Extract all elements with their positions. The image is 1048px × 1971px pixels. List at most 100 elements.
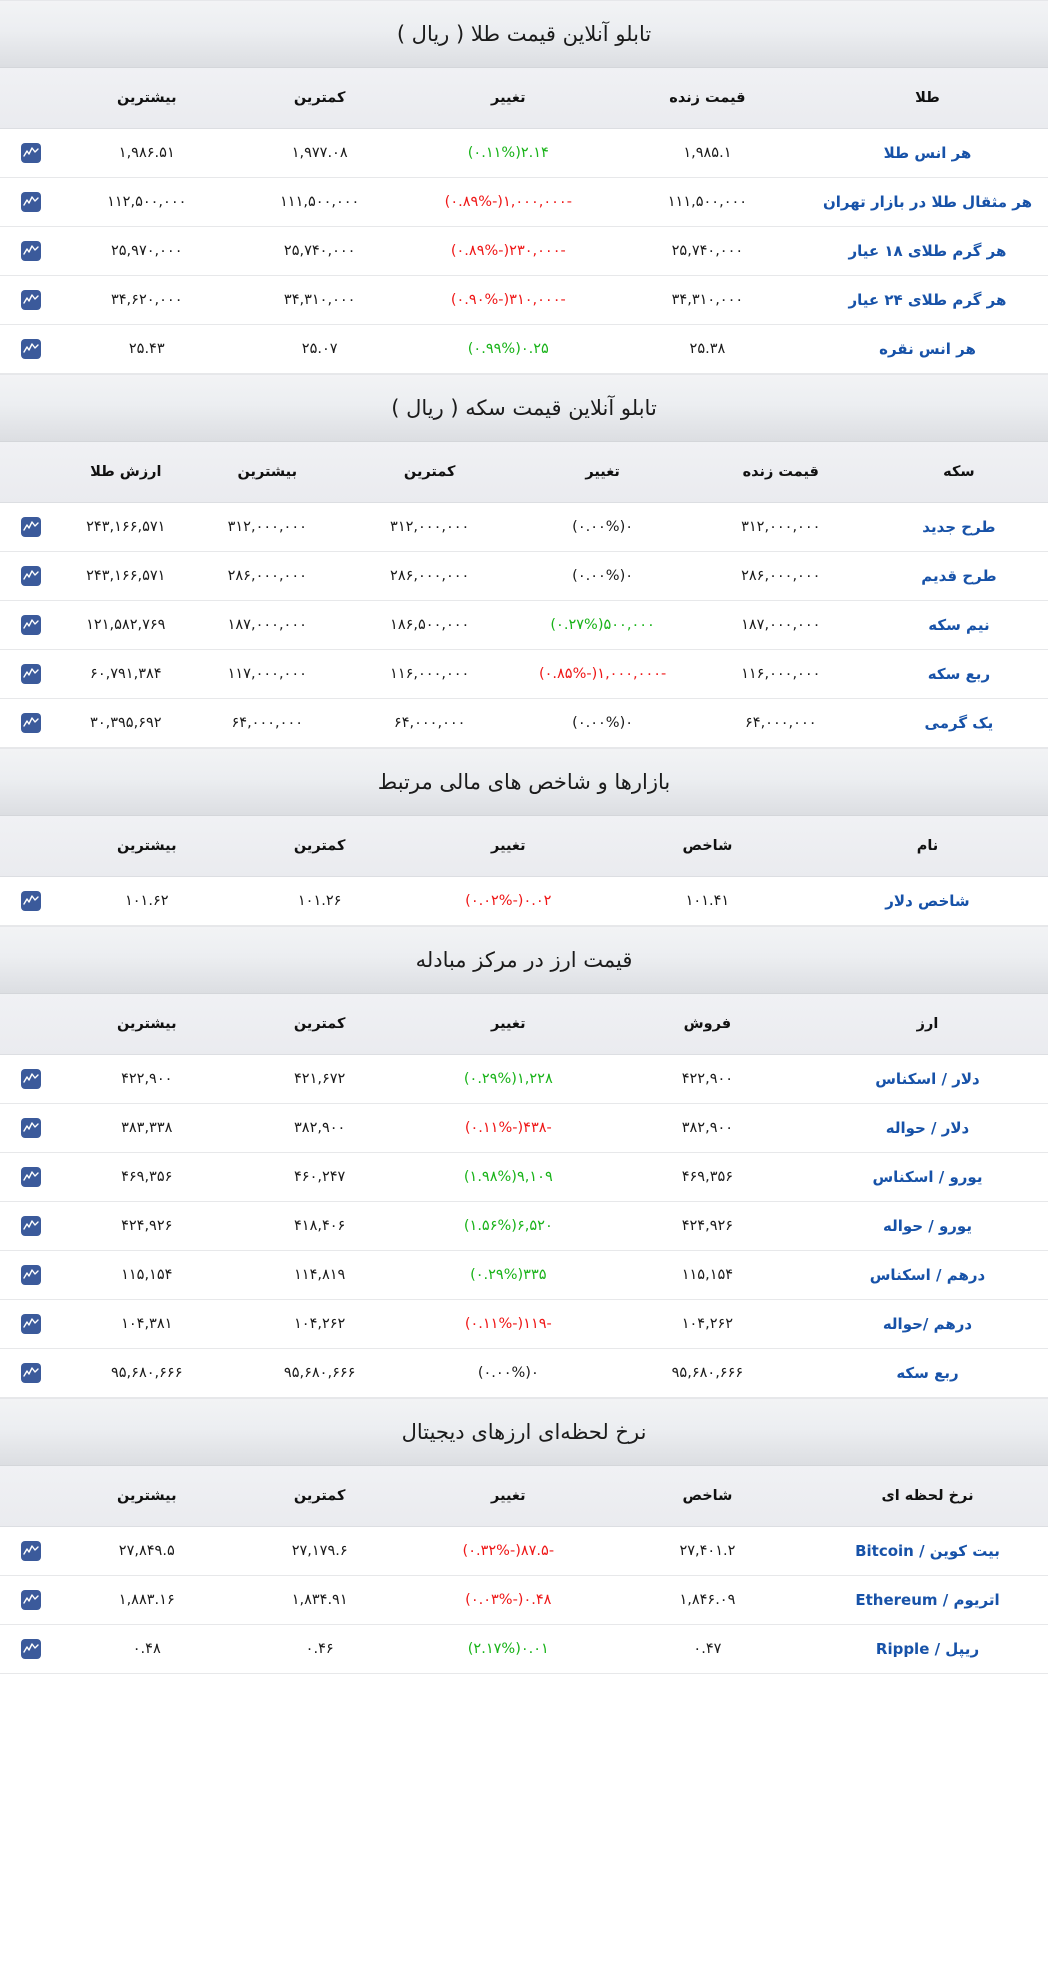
live-price-cell: ۴۶۹,۳۵۶ [607,1152,807,1202]
asset-name-link[interactable]: یورو / حواله [883,1217,972,1235]
asset-name-cell[interactable]: ریپل / Ripple [806,1624,1048,1674]
asset-name-cell[interactable]: هر گرم طلای ۱۸ عیار [806,226,1048,276]
chart-icon-cell[interactable] [0,600,63,650]
asset-name-link[interactable]: نیم سکه [928,616,989,634]
chart-line-icon[interactable] [21,1216,42,1236]
asset-name-link[interactable]: اتریوم / Ethereum [855,1591,999,1609]
asset-name-link[interactable]: طرح جدید [922,518,995,536]
chart-line-icon[interactable] [21,664,42,684]
chart-icon-cell[interactable] [0,128,63,178]
asset-name-cell[interactable]: دلار / حواله [806,1103,1048,1153]
asset-name-link[interactable]: هر گرم طلای ۲۴ عیار [849,291,1007,309]
chart-icon-cell[interactable] [0,1250,63,1300]
chart-icon-cell[interactable] [0,226,63,276]
chart-icon-cell[interactable] [0,551,63,601]
asset-name-cell[interactable]: شاخص دلار [806,876,1048,926]
chart-icon-cell[interactable] [0,1152,63,1202]
asset-name-link[interactable]: هر انس نقره [879,340,976,358]
asset-name-link[interactable]: شاخص دلار [885,892,969,910]
asset-name-link[interactable]: طرح قدیم [921,567,996,585]
chart-icon-cell[interactable] [0,1575,63,1625]
asset-name-link[interactable]: هر گرم طلای ۱۸ عیار [849,242,1007,260]
change-cell: -۸۷.۵(-۰.۳۲%) [408,1526,608,1576]
chart-line-icon[interactable] [21,1541,42,1561]
chart-icon-cell[interactable] [0,1299,63,1349]
high-price-cell: ۱۱۷,۰۰۰,۰۰۰ [188,649,346,699]
change-cell: ۰(۰.۰۰%) [408,1348,608,1398]
chart-line-icon[interactable] [21,1590,42,1610]
chart-line-icon[interactable] [21,1167,42,1187]
asset-name-cell[interactable]: بیت کوین / Bitcoin [806,1526,1048,1576]
table-row: هر مثقال طلا در بازار تهران ۱۱۱,۵۰۰,۰۰۰ -۱… [0,177,1048,227]
asset-name-link[interactable]: ریپل / Ripple [876,1640,979,1658]
asset-name-cell[interactable]: یورو / اسکناس [806,1152,1048,1202]
asset-name-link[interactable]: هر انس طلا [884,144,972,162]
chart-line-icon[interactable] [21,1314,42,1334]
chart-icon-cell[interactable] [0,1624,63,1674]
chart-icon-cell[interactable] [0,1103,63,1153]
chart-line-icon[interactable] [21,713,42,733]
asset-name-cell[interactable]: نیم سکه [869,600,1048,650]
chart-line-icon[interactable] [21,1069,42,1089]
chart-icon-cell[interactable] [0,275,63,325]
asset-name-cell[interactable]: یورو / حواله [806,1201,1048,1251]
asset-name-cell[interactable]: طرح جدید [869,502,1048,552]
chart-icon-cell[interactable] [0,1201,63,1251]
chart-line-icon[interactable] [21,566,42,586]
low-price-cell: ۲۵,۷۴۰,۰۰۰ [230,226,409,276]
asset-name-link[interactable]: دلار / اسکناس [875,1070,980,1088]
change-value: -۱,۰۰۰,۰۰۰(-۰.۸۵%) [538,666,667,682]
chart-icon-cell[interactable] [0,502,63,552]
asset-name-link[interactable]: ربع سکه [896,1364,958,1382]
asset-name-cell[interactable]: درهم / اسکناس [806,1250,1048,1300]
chart-line-icon[interactable] [21,290,42,310]
chart-line-icon[interactable] [21,241,42,261]
chart-line-icon[interactable] [21,192,42,212]
asset-name-link[interactable]: درهم / اسکناس [870,1266,986,1284]
asset-name-link[interactable]: یورو / اسکناس [872,1168,982,1186]
live-price-cell: ۲۵.۳۸ [607,324,807,374]
chart-line-icon[interactable] [21,1265,42,1285]
chart-line-icon[interactable] [21,339,42,359]
asset-name-cell[interactable]: ربع سکه [869,649,1048,699]
chart-line-icon[interactable] [21,1639,42,1659]
chart-line-icon[interactable] [21,615,42,635]
asset-name-link[interactable]: یک گرمی [925,714,994,732]
chart-line-icon[interactable] [21,891,42,911]
high-price-cell: ۴۲۲,۹۰۰ [62,1054,231,1104]
chart-icon-cell[interactable] [0,1348,63,1398]
high-price-cell: ۲۵,۹۷۰,۰۰۰ [62,226,231,276]
chart-icon-cell[interactable] [0,649,63,699]
asset-name-cell[interactable]: طرح قدیم [869,551,1048,601]
asset-name-cell[interactable]: هر مثقال طلا در بازار تهران [806,177,1048,227]
high-price-cell: ۲۸۶,۰۰۰,۰۰۰ [188,551,346,601]
asset-name-cell[interactable]: اتریوم / Ethereum [806,1575,1048,1625]
chart-icon-cell[interactable] [0,324,63,374]
asset-name-link[interactable]: ربع سکه [928,665,990,683]
asset-name-link[interactable]: بیت کوین / Bitcoin [855,1542,1000,1560]
table-row: یورو / حواله ۴۲۴,۹۲۶ ۶,۵۲۰(۱.۵۶%) ۴۱۸,۴۰۶ ۴۲… [0,1201,1048,1251]
asset-name-link[interactable]: دلار / حواله [886,1119,970,1137]
asset-name-cell[interactable]: یک گرمی [869,698,1048,748]
chart-line-icon[interactable] [21,143,42,163]
asset-name-cell[interactable]: ربع سکه [806,1348,1048,1398]
asset-name-cell[interactable]: هر انس طلا [806,128,1048,178]
asset-name-cell[interactable]: دلار / اسکناس [806,1054,1048,1104]
asset-name-link[interactable]: درهم /حواله [883,1315,972,1333]
chart-icon-cell[interactable] [0,1526,63,1576]
chart-icon-cell[interactable] [0,177,63,227]
asset-name-cell[interactable]: درهم /حواله [806,1299,1048,1349]
column-header: تغییر [408,994,608,1055]
low-price-cell: ۱۰۱.۲۶ [230,876,409,926]
chart-line-icon[interactable] [21,517,42,537]
chart-icon-cell[interactable] [0,876,63,926]
asset-name-cell[interactable]: هر انس نقره [806,324,1048,374]
table-row: هر انس نقره ۲۵.۳۸ ۰.۲۵(۰.۹۹%) ۲۵.۰۷ ۲۵.۴۳ [0,324,1048,374]
asset-name-link[interactable]: هر مثقال طلا در بازار تهران [823,193,1032,211]
live-price-cell: ۱۰۱.۴۱ [607,876,807,926]
chart-line-icon[interactable] [21,1363,42,1383]
chart-icon-cell[interactable] [0,1054,63,1104]
chart-line-icon[interactable] [21,1118,42,1138]
asset-name-cell[interactable]: هر گرم طلای ۲۴ عیار [806,275,1048,325]
chart-icon-cell[interactable] [0,698,63,748]
